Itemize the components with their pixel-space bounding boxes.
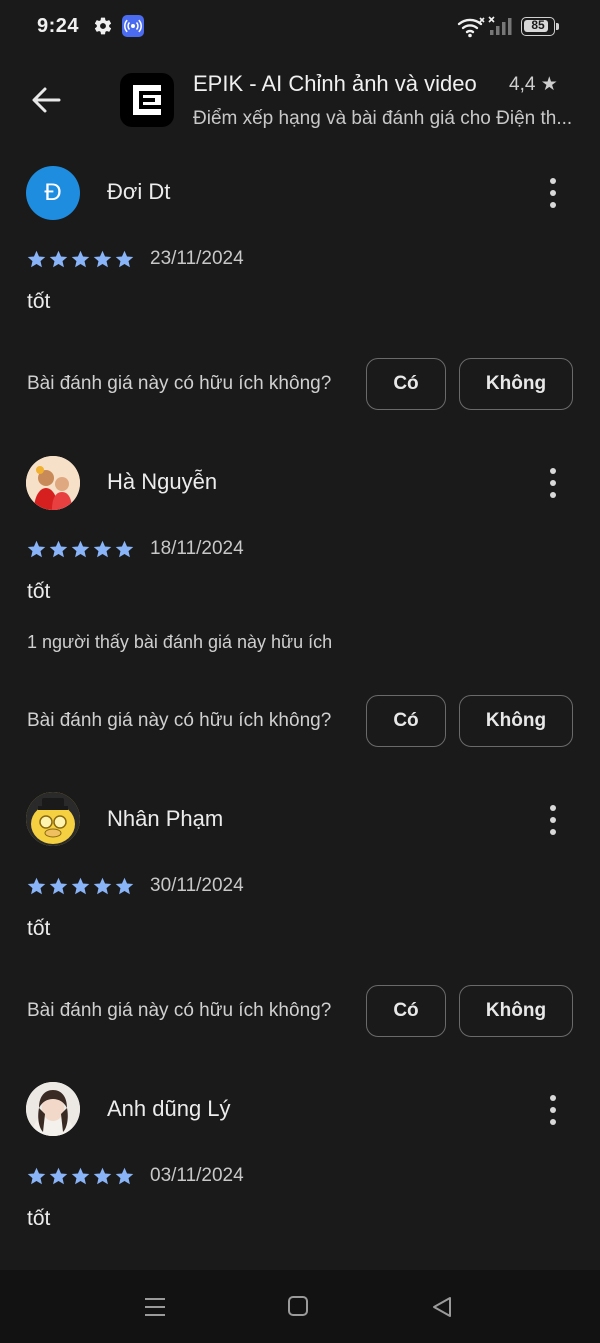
- review-date: 18/11/2024: [150, 538, 244, 559]
- avatar: [26, 456, 80, 510]
- review-date: 30/11/2024: [150, 875, 244, 896]
- nav-back-icon[interactable]: [431, 1296, 453, 1318]
- app-title: EPIK - AI Chỉnh ảnh và video: [193, 71, 477, 96]
- helpful-question: Bài đánh giá này có hữu ích không?: [27, 710, 332, 731]
- battery-tip: [556, 23, 559, 30]
- reviewer-name: Hà Nguyễn: [107, 469, 218, 494]
- helpful-question: Bài đánh giá này có hữu ích không?: [27, 373, 332, 394]
- star-icon: [93, 250, 112, 268]
- star-icon: [93, 1167, 112, 1185]
- home-icon[interactable]: [288, 1296, 308, 1316]
- epik-logo-icon: [133, 85, 161, 115]
- more-options-button[interactable]: [536, 800, 570, 840]
- system-nav-bar: [0, 1270, 600, 1343]
- star-icon: [115, 877, 134, 895]
- star-icon: [71, 540, 90, 558]
- star-icon: [71, 1167, 90, 1185]
- reviewer-name: Nhân Phạm: [107, 806, 224, 831]
- star-rating: [26, 249, 135, 271]
- helpful-yes-button[interactable]: Có: [366, 358, 446, 410]
- star-icon: [27, 540, 46, 558]
- star-icon: [27, 1167, 46, 1185]
- star-icon: [49, 877, 68, 895]
- review-text: tốt: [27, 580, 51, 603]
- review-date: 23/11/2024: [150, 248, 244, 269]
- wifi-icon: [457, 17, 485, 38]
- helpful-no-button[interactable]: Không: [459, 358, 573, 410]
- recent-apps-icon[interactable]: [143, 1295, 167, 1319]
- star-icon: [115, 250, 134, 268]
- helpful-yes-button[interactable]: Có: [366, 695, 446, 747]
- review-date: 03/11/2024: [150, 1165, 244, 1186]
- helpful-yes-button[interactable]: Có: [366, 985, 446, 1037]
- star-rating: [26, 876, 135, 898]
- reviewer-name: Đơi Dt: [107, 179, 171, 204]
- back-arrow-icon[interactable]: [25, 80, 69, 120]
- helpful-count: 1 người thấy bài đánh giá này hữu ích: [27, 632, 333, 652]
- more-options-button[interactable]: [536, 463, 570, 503]
- star-icon: [27, 250, 46, 268]
- helpful-question: Bài đánh giá này có hữu ích không?: [27, 1000, 332, 1021]
- avatar: Đ: [26, 166, 80, 220]
- reviewer-name: Anh dũng Lý: [107, 1096, 231, 1121]
- star-icon: [71, 250, 90, 268]
- app-rating: 4,4 ★: [509, 74, 558, 95]
- star-icon: [115, 1167, 134, 1185]
- star-icon: [49, 540, 68, 558]
- star-icon: [27, 877, 46, 895]
- helpful-no-button[interactable]: Không: [459, 695, 573, 747]
- review-text: tốt: [27, 290, 51, 313]
- star-icon: [93, 877, 112, 895]
- signal-icon: [488, 16, 512, 35]
- more-options-button[interactable]: [536, 1090, 570, 1130]
- avatar: [26, 1082, 80, 1136]
- helpful-no-button[interactable]: Không: [459, 985, 573, 1037]
- status-time: 9:24: [37, 15, 80, 37]
- star-rating: [26, 1166, 135, 1188]
- star-icon: [115, 540, 134, 558]
- page-subtitle: Điểm xếp hạng và bài đánh giá cho Điện t…: [193, 108, 573, 129]
- star-rating: [26, 539, 135, 561]
- review-text: tốt: [27, 917, 51, 940]
- review-text: tốt: [27, 1207, 51, 1230]
- gear-icon: [94, 17, 112, 35]
- radio-icon: [122, 15, 144, 37]
- app-icon[interactable]: [120, 73, 174, 127]
- star-icon: [71, 877, 90, 895]
- star-icon: [49, 250, 68, 268]
- battery-icon: 85: [521, 17, 559, 36]
- star-icon: [49, 1167, 68, 1185]
- star-icon: [93, 540, 112, 558]
- status-bar: 9:24 85: [0, 0, 600, 54]
- more-options-button[interactable]: [536, 173, 570, 213]
- avatar: [26, 792, 80, 846]
- battery-level-text: 85: [531, 18, 545, 32]
